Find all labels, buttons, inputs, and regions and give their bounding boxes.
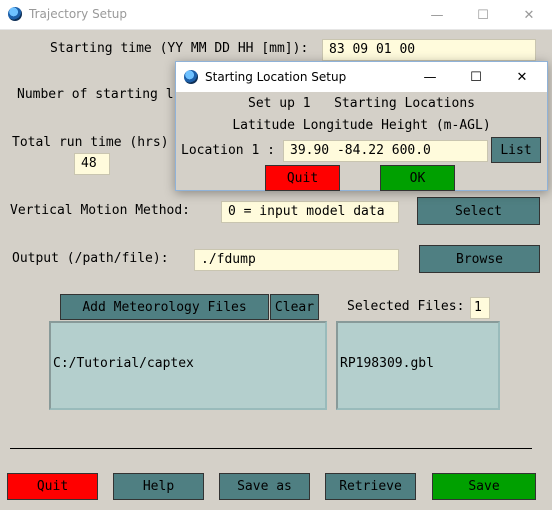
minimize-icon[interactable]: —: [407, 62, 453, 92]
dialog-header-line1: Set up 1 Starting Locations: [248, 96, 475, 111]
location-field[interactable]: 39.90 -84.22 600.0: [283, 140, 488, 162]
dialog-quit-button[interactable]: Quit: [265, 165, 340, 191]
num-locations-label: Number of starting l: [17, 87, 174, 102]
globe-app-icon: [8, 7, 22, 21]
maximize-icon[interactable]: ☐: [453, 62, 499, 92]
vertical-motion-label: Vertical Motion Method:: [10, 203, 191, 218]
dialog-title-bar: Starting Location Setup — ☐ ✕: [176, 62, 547, 92]
output-field[interactable]: ./fdump: [194, 249, 399, 271]
start-time-field[interactable]: 83 09 01 00: [322, 39, 536, 61]
save-as-button[interactable]: Save as: [219, 473, 310, 500]
select-button[interactable]: Select: [417, 197, 540, 225]
files-listbox[interactable]: RP198309.gbl: [336, 321, 500, 410]
list-item[interactable]: RP198309.gbl: [340, 356, 496, 371]
output-label: Output (/path/file):: [12, 251, 169, 266]
location-label: Location 1 :: [181, 143, 275, 158]
quit-button[interactable]: Quit: [7, 473, 98, 500]
start-time-label: Starting time (YY MM DD HH [mm]):: [50, 41, 309, 56]
window-title: Trajectory Setup: [29, 7, 127, 21]
selected-files-count: 1: [470, 297, 490, 319]
run-time-field[interactable]: 48: [74, 153, 110, 175]
maximize-icon[interactable]: ☐: [460, 0, 506, 30]
main-title-bar: Trajectory Setup — ☐ ✕: [0, 0, 552, 30]
save-button[interactable]: Save: [432, 473, 536, 500]
minimize-icon[interactable]: —: [414, 0, 460, 30]
list-button[interactable]: List: [491, 137, 541, 163]
browse-button[interactable]: Browse: [419, 245, 540, 273]
retrieve-button[interactable]: Retrieve: [325, 473, 416, 500]
starting-location-dialog: Starting Location Setup — ☐ ✕ Set up 1 S…: [175, 61, 548, 191]
close-icon[interactable]: ✕: [506, 0, 552, 30]
clear-button[interactable]: Clear: [270, 294, 319, 320]
vertical-motion-field[interactable]: 0 = input model data: [221, 201, 399, 223]
globe-app-icon: [184, 70, 198, 84]
directory-listbox[interactable]: C:/Tutorial/captex: [49, 321, 327, 410]
run-time-label: Total run time (hrs): [12, 135, 169, 150]
dialog-ok-button[interactable]: OK: [380, 165, 455, 191]
dialog-header-line2: Latitude Longitude Height (m-AGL): [232, 118, 491, 133]
selected-files-label: Selected Files:: [347, 299, 465, 314]
dialog-title: Starting Location Setup: [205, 70, 347, 84]
divider: [10, 448, 532, 449]
close-icon[interactable]: ✕: [499, 62, 545, 92]
add-meteorology-button[interactable]: Add Meteorology Files: [60, 294, 269, 320]
help-button[interactable]: Help: [113, 473, 204, 500]
list-item[interactable]: C:/Tutorial/captex: [53, 356, 323, 371]
